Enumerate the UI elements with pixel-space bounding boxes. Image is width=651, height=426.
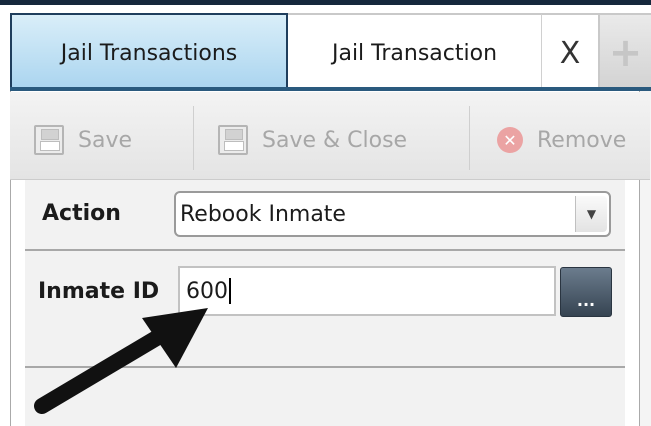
arrow-annotation — [34, 308, 208, 414]
